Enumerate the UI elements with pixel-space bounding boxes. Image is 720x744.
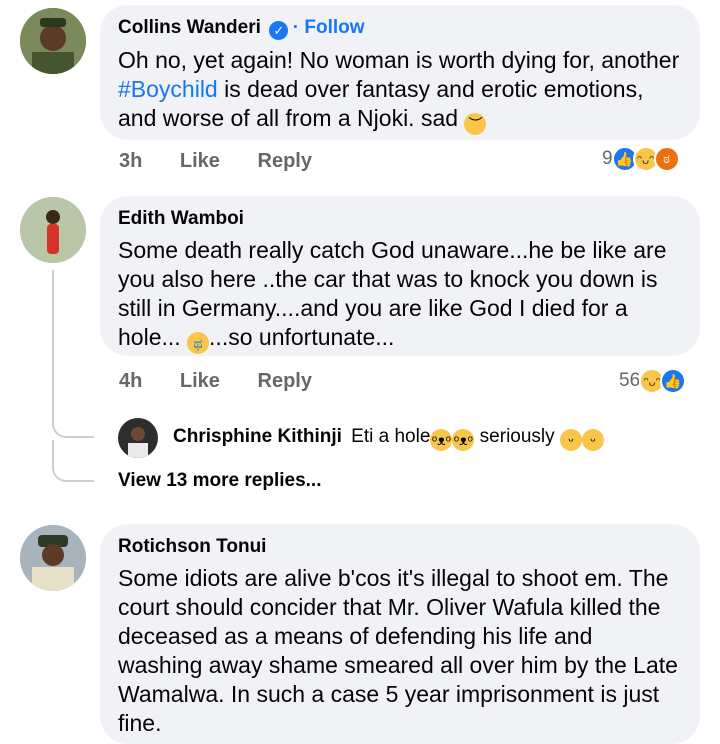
astonished-emoji-icon: ᵒᴥᵒ <box>430 429 453 451</box>
comment-bubble: Rotichson Tonui Some idiots are alive b'… <box>100 524 700 744</box>
comment-text: Oh no, yet again! No woman is worth dyin… <box>118 46 682 135</box>
avatar[interactable] <box>20 197 86 263</box>
like-button[interactable]: Like <box>180 150 220 172</box>
reaction-summary[interactable]: 56 ᵔᴗᵔ 👍 <box>619 368 687 394</box>
follow-button[interactable]: · Follow <box>293 17 365 38</box>
reply-button[interactable]: Reply <box>258 370 312 392</box>
author-name[interactable]: Rotichson Tonui <box>118 536 682 558</box>
thread-connector <box>52 410 94 438</box>
comment-text: Some death really catch God unaware...he… <box>118 236 682 354</box>
smirk-emoji-icon: ᵕ <box>559 429 582 451</box>
avatar[interactable] <box>20 8 86 74</box>
author-name[interactable]: Edith Wamboi <box>118 208 682 230</box>
reaction-count: 9 <box>602 148 613 169</box>
timestamp[interactable]: 3h <box>119 150 142 172</box>
comment-actions: 4h Like Reply <box>119 370 344 393</box>
angry-icon: ಠ <box>653 146 680 172</box>
timestamp[interactable]: 4h <box>119 370 142 392</box>
crying-emoji-icon: ಥ <box>187 332 210 354</box>
hashtag-link[interactable]: #Boychild <box>118 76 218 102</box>
reply-author[interactable]: Chrisphine Kithinji <box>173 426 342 447</box>
avatar[interactable] <box>20 525 86 591</box>
reply-button[interactable]: Reply <box>258 150 312 172</box>
comment-actions: 3h Like Reply <box>119 150 344 173</box>
reaction-summary[interactable]: 9 👍 ᵔᴗᵔ ಠ <box>602 146 680 172</box>
thread-connector <box>52 440 94 482</box>
comment-bubble: Edith Wamboi Some death really catch God… <box>100 196 700 356</box>
author-name[interactable]: Collins Wanderi <box>118 17 261 38</box>
astonished-emoji-icon: ᵒᴥᵒ <box>452 429 475 451</box>
comment-bubble: Collins Wanderi ✓ · Follow Oh no, yet ag… <box>100 5 700 140</box>
reaction-count: 56 <box>619 370 641 391</box>
avatar[interactable] <box>118 418 158 458</box>
smirk-emoji-icon: ᵕ <box>581 429 604 451</box>
like-icon: 👍 <box>660 368 687 394</box>
pensive-emoji-icon: ︶ <box>464 113 487 135</box>
view-more-replies[interactable]: View 13 more replies... <box>118 470 321 492</box>
thread-line <box>52 270 54 420</box>
like-button[interactable]: Like <box>180 370 220 392</box>
reply-text: Eti a holeᵒᴥᵒ ᵒᴥᵒ seriously ᵕᵕ <box>351 426 604 451</box>
comment-text: Some idiots are alive b'cos it's illegal… <box>118 565 678 736</box>
verified-badge-icon: ✓ <box>269 21 289 40</box>
reply-row: Chrisphine Kithinji Eti a holeᵒᴥᵒ ᵒᴥᵒ ser… <box>173 426 604 451</box>
